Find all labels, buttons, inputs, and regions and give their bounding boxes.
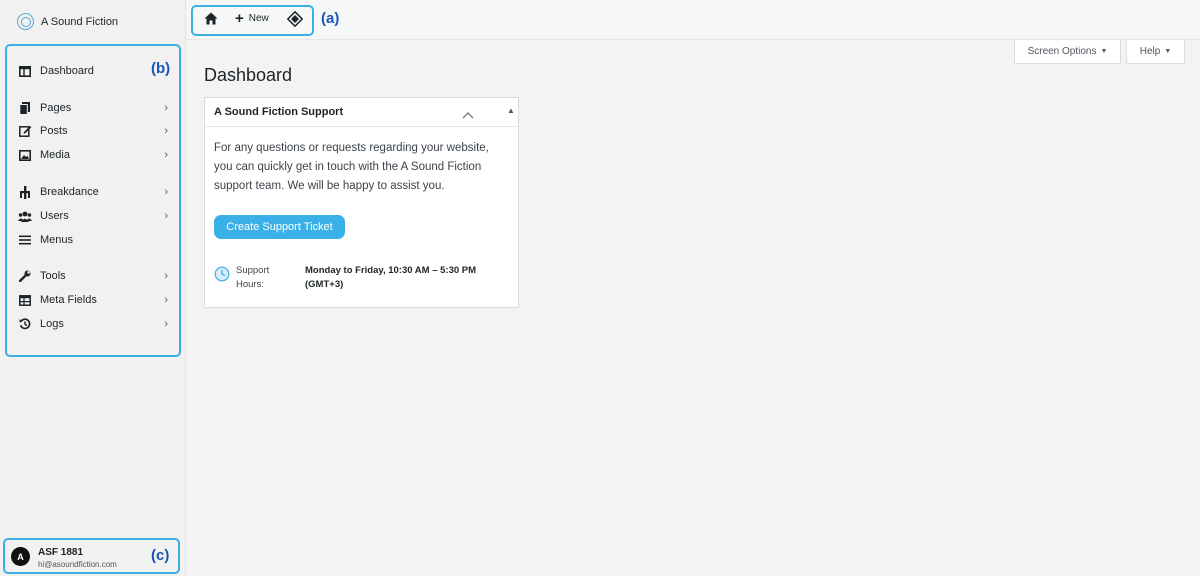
chevron-up-icon[interactable] <box>462 106 474 119</box>
chevron-right-icon: › <box>164 149 168 161</box>
sidebar-item-label: Media <box>40 149 70 161</box>
sidebar-item-tools[interactable]: Tools › <box>18 266 168 286</box>
sidebar-item-label: Tools <box>40 270 66 282</box>
sidebar-item-label: Pages <box>40 102 72 114</box>
tools-icon <box>18 269 32 283</box>
sidebar-item-pages[interactable]: Pages › <box>18 98 168 118</box>
screen-options-label: Screen Options <box>1027 46 1097 57</box>
sidebar-item-posts[interactable]: Posts › <box>18 121 168 141</box>
media-icon <box>18 148 32 162</box>
user-email: hi@asoundfiction.com <box>38 560 117 569</box>
chevron-right-icon: › <box>164 186 168 198</box>
user-name: ASF 1881 <box>38 547 84 558</box>
pages-icon <box>18 101 32 115</box>
annotation-c: (c) <box>151 547 170 564</box>
widget-description: For any questions or requests regarding … <box>214 142 489 192</box>
help-button[interactable]: Help ▼ <box>1126 40 1185 64</box>
logs-icon <box>18 317 32 331</box>
dashboard-icon <box>18 64 32 78</box>
home-icon[interactable] <box>204 12 218 26</box>
new-button[interactable]: + New <box>235 9 269 27</box>
new-label: New <box>248 13 269 24</box>
breakdance-icon <box>18 185 32 199</box>
sidebar-item-label: Menus <box>40 234 74 246</box>
user-account[interactable]: A ASF 1881 hi@asoundfiction.com (c) <box>3 538 180 574</box>
sidebar-item-label: Meta Fields <box>40 294 97 306</box>
page-title: Dashboard <box>204 65 293 85</box>
caret-up-icon[interactable]: ▲ <box>507 106 515 115</box>
brand[interactable]: A Sound Fiction <box>17 13 118 30</box>
caret-down-icon: ▼ <box>1100 48 1108 55</box>
brand-logo-icon <box>17 13 34 30</box>
widget-title: A Sound Fiction Support <box>214 106 344 118</box>
diamond-icon[interactable] <box>286 10 304 28</box>
sidebar-item-dashboard[interactable]: Dashboard <box>18 61 168 81</box>
meta-fields-icon <box>18 293 32 307</box>
support-hours-label: Support Hours: <box>236 265 270 290</box>
support-hours-value: Monday to Friday, 10:30 AM – 5:30 PM (GM… <box>305 265 477 290</box>
sidebar-item-label: Posts <box>40 125 68 137</box>
clock-icon <box>214 266 230 282</box>
users-icon <box>18 209 32 223</box>
chevron-right-icon: › <box>164 294 168 306</box>
sidebar-item-meta-fields[interactable]: Meta Fields › <box>18 290 168 310</box>
sidebar-item-label: Dashboard <box>40 65 94 77</box>
caret-down-icon: ▼ <box>1164 48 1172 55</box>
sidebar-item-breakdance[interactable]: Breakdance › <box>18 182 168 202</box>
chevron-right-icon: › <box>164 270 168 282</box>
chevron-right-icon: › <box>164 102 168 114</box>
chevron-right-icon: › <box>164 318 168 330</box>
avatar: A <box>11 547 30 566</box>
sidebar-item-label: Breakdance <box>40 186 99 198</box>
help-label: Help <box>1139 46 1161 57</box>
sidebar-item-label: Users <box>40 210 69 222</box>
sidebar-item-users[interactable]: Users › <box>18 206 168 226</box>
sidebar: A Sound Fiction (b) Dashboard Pages › Po… <box>0 0 186 576</box>
sidebar-item-label: Logs <box>40 318 64 330</box>
screen-options-button[interactable]: Screen Options ▼ <box>1014 40 1121 64</box>
annotation-a: (a) <box>321 10 340 27</box>
widget-header[interactable]: A Sound Fiction Support ▲ <box>205 98 518 127</box>
chevron-right-icon: › <box>164 210 168 222</box>
sidebar-item-media[interactable]: Media › <box>18 145 168 165</box>
support-widget: A Sound Fiction Support ▲ For any questi… <box>204 97 519 308</box>
plus-icon: + <box>235 9 244 27</box>
posts-icon <box>18 124 32 138</box>
menus-icon <box>18 233 32 247</box>
sidebar-item-menus[interactable]: Menus <box>18 230 168 250</box>
chevron-right-icon: › <box>164 125 168 137</box>
brand-name: A Sound Fiction <box>41 15 119 28</box>
sidebar-item-logs[interactable]: Logs › <box>18 314 168 334</box>
create-support-ticket-button[interactable]: Create Support Ticket <box>214 215 345 239</box>
